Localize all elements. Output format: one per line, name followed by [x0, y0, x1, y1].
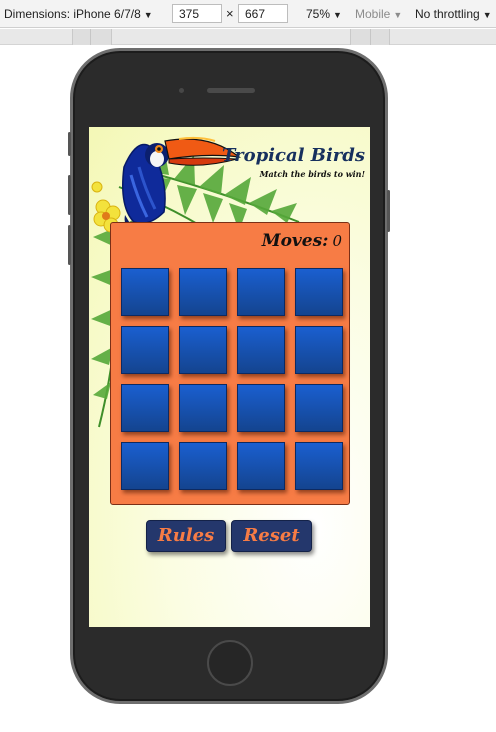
rules-button[interactable]: Rules [146, 520, 226, 552]
zoom-select[interactable]: 75% ▼ [306, 0, 342, 28]
memory-card[interactable] [295, 384, 343, 432]
zoom-label: 75% [306, 7, 331, 21]
memory-card[interactable] [121, 442, 169, 490]
throttling-select[interactable]: No throttling ▼ [415, 0, 492, 28]
memory-card[interactable] [237, 268, 285, 316]
chevron-down-icon: ▼ [482, 10, 492, 20]
moves-count: 0 [332, 232, 342, 250]
device-select[interactable]: Dimensions: iPhone 6/7/8 ▼ [4, 0, 153, 28]
memory-card[interactable] [179, 268, 227, 316]
memory-card[interactable] [121, 384, 169, 432]
home-button[interactable] [207, 640, 253, 686]
chevron-down-icon: ▼ [333, 10, 342, 20]
speaker-grille [207, 88, 255, 93]
memory-card[interactable] [237, 326, 285, 374]
page-subtitle: Match the birds to win! [259, 169, 365, 179]
times-sign: × [226, 6, 234, 21]
moves-counter: Moves: 0 [262, 231, 342, 251]
ruler-tick [370, 29, 371, 45]
mobile-label: Mobile [355, 7, 391, 21]
page-title: Tropical Birds [222, 145, 365, 166]
memory-card[interactable] [295, 442, 343, 490]
power-button [387, 190, 390, 232]
memory-card[interactable] [179, 442, 227, 490]
volume-up-button [68, 175, 71, 215]
reset-button[interactable]: Reset [231, 520, 312, 552]
memory-card[interactable] [237, 384, 285, 432]
device-select-label: Dimensions: iPhone 6/7/8 [4, 7, 141, 21]
memory-card[interactable] [121, 268, 169, 316]
memory-card[interactable] [237, 442, 285, 490]
mute-switch [68, 132, 71, 156]
height-input[interactable]: 667 [238, 4, 288, 23]
throttling-label: No throttling [415, 7, 480, 21]
devtools-toolbar: Dimensions: iPhone 6/7/8 ▼ 375 × 667 75% ▼… [0, 0, 496, 28]
memory-card[interactable] [179, 326, 227, 374]
ruler-segment[interactable] [72, 29, 112, 45]
camera-icon [179, 88, 184, 93]
media-query-ruler [0, 29, 496, 45]
memory-card[interactable] [295, 326, 343, 374]
moves-label: Moves: [261, 231, 329, 251]
chevron-down-icon: ▼ [143, 10, 153, 20]
memory-card[interactable] [121, 326, 169, 374]
volume-down-button [68, 225, 71, 265]
ruler-tick [90, 29, 91, 45]
memory-card[interactable] [179, 384, 227, 432]
game-board: Moves: 0 [110, 222, 350, 505]
memory-card[interactable] [295, 268, 343, 316]
app-screen: Tropical Birds Match the birds to win! M… [89, 127, 370, 627]
mobile-select[interactable]: Mobile ▼ [355, 0, 402, 28]
chevron-down-icon: ▼ [393, 10, 403, 20]
width-input[interactable]: 375 [172, 4, 222, 23]
